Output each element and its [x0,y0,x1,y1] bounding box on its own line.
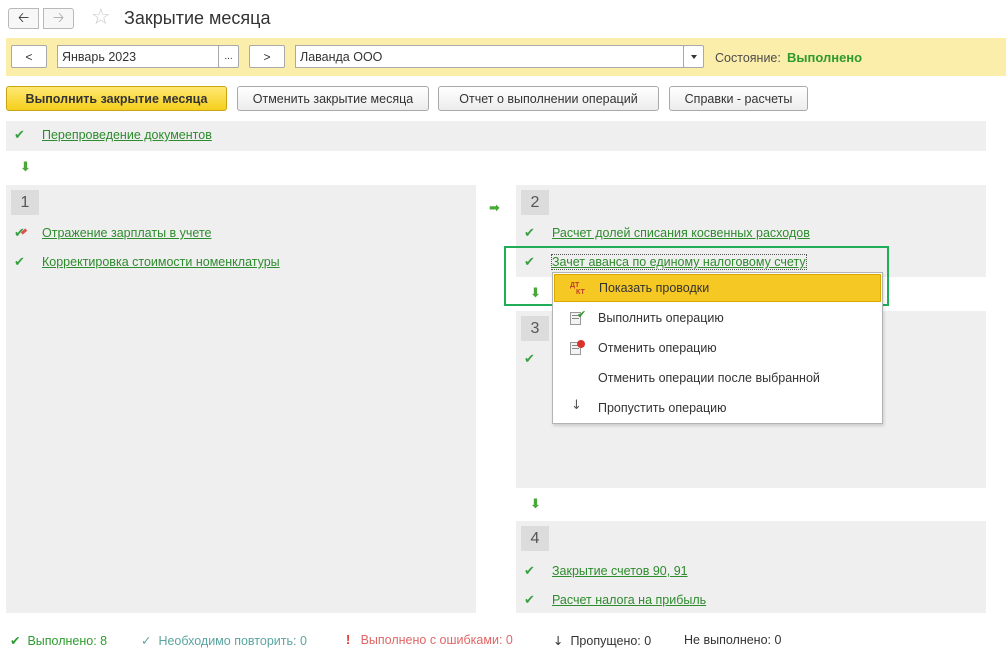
arrow-right-icon: 🡢 [52,9,65,26]
indirect-costs-link[interactable]: Расчет долей списания косвенных расходов [552,226,810,240]
favorite-star-icon[interactable]: ☆ [91,5,111,30]
arrow-down-icon: ↓ [571,398,582,413]
organization-field[interactable]: Лаванда ООО [295,45,684,68]
check-icon: ✔ [10,633,21,648]
chevron-down-icon [690,54,697,59]
status-not-done: Не выполнено: 0 [684,633,782,647]
step-4-number: 4 [521,526,549,551]
menu-item-cancel-after-selected[interactable]: Отменить операции после выбранной [554,364,881,392]
menu-item-show-postings[interactable]: ДТ КТ Показать проводки [554,274,881,302]
check-icon: ✔ [524,352,535,367]
period-field[interactable]: Январь 2023 [57,45,219,68]
close-accounts-link[interactable]: Закрытие счетов 90, 91 [552,564,688,578]
back-button[interactable]: 🡠 [8,8,39,29]
state-value: Выполнено [787,50,863,65]
menu-item-skip-operation[interactable]: ↓ Пропустить операцию [554,394,881,422]
cancel-operation-icon [569,340,585,356]
menu-item-cancel-operation[interactable]: Отменить операцию [554,334,881,362]
status-errors: ! Выполнено с ошибками: 0 [346,633,513,647]
context-menu: ДТ КТ Показать проводки ✔ Выполнить опера… [552,272,883,424]
arrow-down-icon: ⬇ [530,497,541,512]
check-edit-icon: ✔ [14,226,28,241]
check-icon: ✔ [14,255,25,270]
check-outline-icon: ✓ [141,633,152,648]
profit-tax-link[interactable]: Расчет налога на прибыль [552,593,706,607]
prev-period-button[interactable]: < [11,45,47,68]
exclamation-icon: ! [346,633,351,647]
operations-report-button[interactable]: Отчет о выполнении операций [438,86,659,111]
cost-adjustment-link[interactable]: Корректировка стоимости номенклатуры [42,255,280,269]
period-select-button[interactable]: ... [218,45,239,68]
next-period-button[interactable]: > [249,45,285,68]
dt-kt-icon: ДТ КТ [570,282,585,296]
arrow-right-icon: ➡ [489,201,500,216]
arrow-left-icon: 🡠 [17,9,30,26]
menu-item-run-operation[interactable]: ✔ Выполнить операцию [554,304,881,332]
arrow-down-icon: ↓ [553,633,564,648]
status-skipped: ↓ Пропущено: 0 [553,633,652,648]
check-icon: ✔ [14,128,25,143]
organization-dropdown-button[interactable] [683,45,704,68]
step-1-number: 1 [11,190,39,215]
step-3-number: 3 [521,316,549,341]
check-icon: ✔ [524,226,535,241]
arrow-down-icon: ⬇ [20,160,31,175]
reposting-documents-link[interactable]: Перепроведение документов [42,128,212,142]
run-operation-icon: ✔ [569,308,586,326]
run-month-close-button[interactable]: Выполнить закрытие месяца [6,86,227,111]
references-button[interactable]: Справки - расчеты [669,86,808,111]
check-icon: ✔ [524,593,535,608]
status-repeat: ✓ Необходимо повторить: 0 [141,633,307,648]
state-label: Состояние: [715,51,781,65]
check-icon: ✔ [524,564,535,579]
status-done: ✔ Выполнено: 8 [10,633,108,648]
step-1-panel [6,185,476,613]
page-title: Закрытие месяца [124,8,271,28]
step-2-number: 2 [521,190,549,215]
forward-button[interactable]: 🡢 [43,8,74,29]
cancel-month-close-button[interactable]: Отменить закрытие месяца [237,86,429,111]
salary-reflection-link[interactable]: Отражение зарплаты в учете [42,226,211,240]
